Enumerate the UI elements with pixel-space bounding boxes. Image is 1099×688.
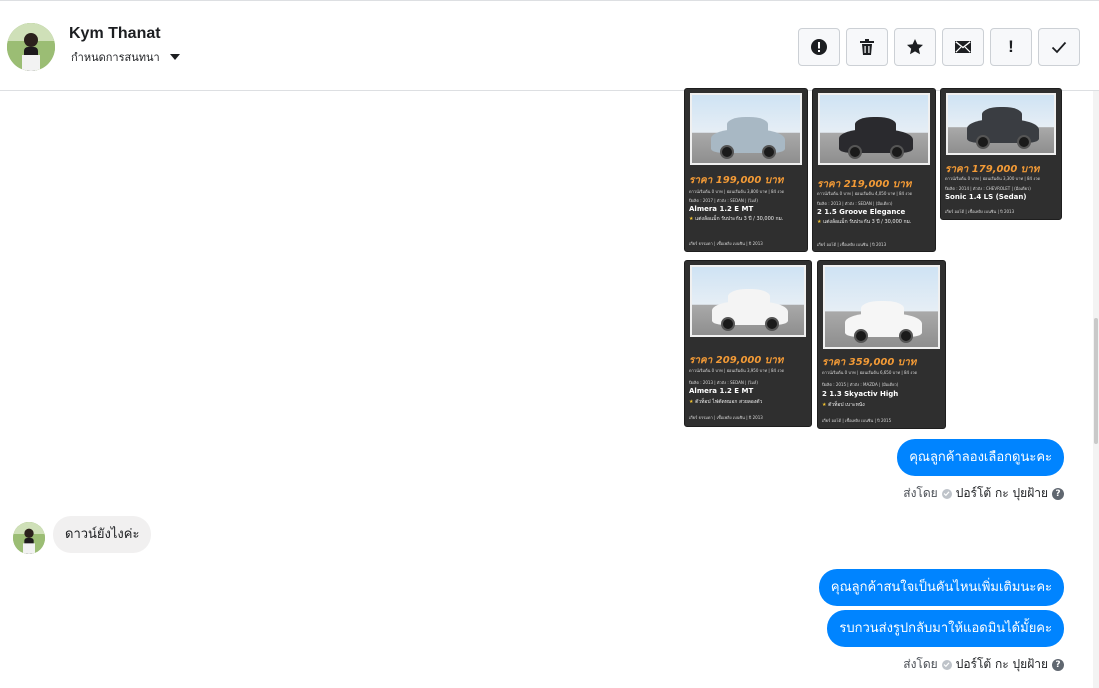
sent-by-label: ส่งโดย ปอร์โต้ กะ ปุยฝ้าย ? <box>903 484 1064 503</box>
outgoing-message[interactable]: คุณลูกค้าสนใจเป็นคันไหนเพิ่มเติมนะคะ <box>818 569 1064 606</box>
car-footer: เกียร์ ธรรมดา | เชื้อเพลิง เบนซิน | ปี 2… <box>689 415 763 420</box>
sent-by-label: ส่งโดย ปอร์โต้ กะ ปุยฝ้าย ? <box>903 655 1064 674</box>
star-icon: ★ <box>689 216 694 222</box>
car-spec-info: ปีผลิต : 2017 | ตัวถัง : SEDAN | (ไมล์) <box>689 198 758 203</box>
caret-down-icon <box>169 54 180 60</box>
star-icon: ★ <box>822 402 827 408</box>
car-spec-info: ปีผลิต : 2013 | ตัวถัง : SEDAN | (ไมล์) <box>689 380 758 385</box>
unread-button[interactable] <box>942 28 984 66</box>
car-feature: ★ แต่งล้อแม็ก รับประกัน 3 ปี / 30,000 กม… <box>817 219 912 225</box>
car-image-attachment[interactable]: ราคา 199,000 บาท ดาวน์เริ่มต้น 0 บาท | ผ… <box>684 88 808 252</box>
envelope-icon <box>955 41 971 53</box>
help-icon[interactable]: ? <box>1052 487 1064 500</box>
car-model: 2 1.3 Skyactiv High <box>822 390 899 398</box>
star-icon: ★ <box>689 399 694 405</box>
contact-name[interactable]: Kym Thanat <box>69 25 161 43</box>
car-photo <box>946 93 1056 155</box>
done-button[interactable] <box>1038 28 1080 66</box>
check-circle-icon <box>941 659 952 670</box>
star-icon: ★ <box>817 219 822 225</box>
contact-avatar-small[interactable] <box>13 522 45 554</box>
car-image-attachment[interactable]: ราคา 179,000 บาท ดาวน์เริ่มต้น 0 บาท | ผ… <box>940 88 1062 220</box>
car-finance-info: ดาวน์เริ่มต้น 0 บาท | ผ่อนเริ่มต้น 3,950… <box>689 368 785 373</box>
car-finance-info: ดาวน์เริ่มต้น 0 บาท | ผ่อนเริ่มต้น 4,050… <box>817 191 913 196</box>
car-model: Almera 1.2 E MT <box>689 387 754 395</box>
car-finance-info: ดาวน์เริ่มต้น 0 บาท | ผ่อนเริ่มต้น 3,300… <box>945 176 1041 181</box>
car-price: ราคา 209,000 บาท <box>689 355 784 366</box>
person-photo-icon <box>13 522 45 554</box>
car-footer: เกียร์ ออโต้ | เชื้อเพลิง เบนซิน | ปี 20… <box>817 242 887 247</box>
follow-up-button[interactable]: ! <box>990 28 1032 66</box>
car-spec-info: ปีผลิต : 2013 | ตัวถัง : SEDAN | (มือเดี… <box>817 201 893 206</box>
car-photo <box>690 265 806 337</box>
check-icon <box>1051 41 1067 54</box>
help-icon[interactable]: ? <box>1052 658 1064 671</box>
spam-button[interactable] <box>798 28 840 66</box>
car-photo <box>823 265 940 349</box>
star-button[interactable] <box>894 28 936 66</box>
assign-conversation-dropdown[interactable]: กำหนดการสนทนา <box>71 48 180 66</box>
car-footer: เกียร์ ออโต้ | เชื้อเพลิง เบนซิน | ปี 20… <box>945 209 1015 214</box>
car-price: ราคา 359,000 บาท <box>822 357 917 368</box>
car-photo <box>690 93 802 165</box>
car-price: ราคา 199,000 บาท <box>689 175 784 186</box>
car-finance-info: ดาวน์เริ่มต้น 0 บาท | ผ่อนเริ่มต้น 3,800… <box>689 189 785 194</box>
car-spec-info: ปีผลิต : 2015 | ตัวถัง : MAZDA | (มือเดี… <box>822 382 899 387</box>
sender-name[interactable]: ปอร์โต้ กะ ปุยฝ้าย <box>956 655 1048 674</box>
star-icon <box>907 39 923 55</box>
car-feature: ★ ตัวท็อป เบาะหนัง <box>822 402 865 408</box>
incoming-message[interactable]: ดาวน์ยังไงค่ะ <box>53 516 152 553</box>
trash-icon <box>860 39 874 55</box>
outgoing-message[interactable]: คุณลูกค้าลองเลือกดูนะคะ <box>897 439 1064 476</box>
scrollbar-thumb[interactable] <box>1094 318 1098 444</box>
car-photo <box>818 93 930 165</box>
assign-conversation-label: กำหนดการสนทนา <box>71 51 160 64</box>
car-model: 2 1.5 Groove Elegance <box>817 208 906 216</box>
messenger-inbox: Kym Thanat กำหนดการสนทนา ! ราคา 199,000 … <box>0 0 1099 688</box>
car-image-attachment[interactable]: ราคา 209,000 บาท ดาวน์เริ่มต้น 0 บาท | ผ… <box>684 260 812 427</box>
outgoing-message[interactable]: รบกวนส่งรูปกลับมาให้แอดมินได้มั้ยคะ <box>827 610 1064 647</box>
car-feature: ★ ตัวท็อป ไฟตัดหมอก สวยลองตัว <box>689 399 763 405</box>
check-circle-icon <box>941 488 952 499</box>
exclamation-icon: ! <box>1008 37 1014 56</box>
car-footer: เกียร์ ธรรมดา | เชื้อเพลิง เบนซิน | ปี 2… <box>689 241 763 246</box>
sender-name[interactable]: ปอร์โต้ กะ ปุยฝ้าย <box>956 484 1048 503</box>
person-photo-icon <box>7 23 55 71</box>
delete-button[interactable] <box>846 28 888 66</box>
conversation-header: Kym Thanat กำหนดการสนทนา ! <box>0 0 1099 91</box>
car-image-attachment[interactable]: ราคา 359,000 บาท ดาวน์เริ่มต้น 0 บาท | ผ… <box>817 260 946 429</box>
car-model: Almera 1.2 E MT <box>689 205 754 213</box>
car-image-attachment[interactable]: ราคา 219,000 บาท ดาวน์เริ่มต้น 0 บาท | ผ… <box>812 88 936 252</box>
conversation-actions: ! <box>798 28 1080 66</box>
car-model: Sonic 1.4 LS (Sedan) <box>945 193 1027 201</box>
car-feature: ★ แต่งล้อแม็ก รับประกัน 3 ปี / 30,000 กม… <box>689 216 784 222</box>
car-spec-info: ปีผลิต : 2014 | ตัวถัง : CHEVROLET | (มื… <box>945 186 1031 191</box>
contact-avatar[interactable] <box>7 23 55 71</box>
car-finance-info: ดาวน์เริ่มต้น 0 บาท | ผ่อนเริ่มต้น 6,650… <box>822 370 918 375</box>
car-footer: เกียร์ ออโต้ | เชื้อเพลิง เบนซิน | ปี 20… <box>822 418 892 423</box>
alert-circle-icon <box>811 39 827 55</box>
